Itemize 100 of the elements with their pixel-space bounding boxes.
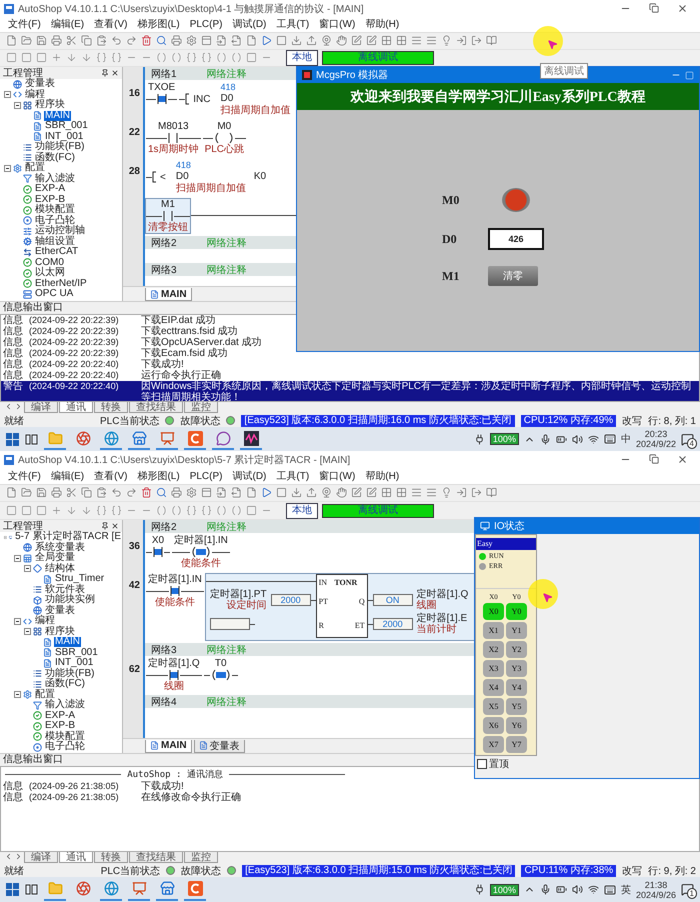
restore-icon[interactable] (649, 3, 659, 14)
menu-item[interactable]: 工具(T) (272, 17, 314, 32)
output-tab[interactable]: 转换 (94, 402, 128, 414)
grid-icon[interactable] (396, 35, 407, 46)
menu-item[interactable]: 调试(D) (228, 17, 270, 32)
microphone-icon[interactable] (540, 434, 551, 445)
io-point[interactable]: X7 (483, 736, 504, 753)
close-icon[interactable] (677, 454, 688, 466)
taskbar-app[interactable] (240, 428, 262, 450)
volume-icon[interactable] (572, 434, 583, 445)
tree-item[interactable]: 函数(FC) (34, 152, 76, 163)
output-tab[interactable]: 转换 (94, 852, 128, 864)
file-export-icon[interactable] (231, 487, 242, 498)
input-method-label[interactable]: 中 (620, 432, 631, 446)
stop-icon[interactable] (276, 35, 287, 46)
menu-item[interactable]: 窗口(W) (315, 17, 360, 32)
menu-item[interactable]: 文件(F) (4, 17, 45, 32)
io-point[interactable]: Y7 (506, 736, 527, 753)
tree-item[interactable]: Stru_Timer (54, 574, 106, 584)
maximize-icon[interactable] (685, 70, 694, 80)
upload-icon[interactable] (306, 487, 317, 498)
tree-item[interactable]: 结构体 (44, 564, 76, 574)
tree-item[interactable]: 电子凸轮 (44, 742, 86, 752)
printer-icon[interactable] (171, 487, 182, 498)
tree-item[interactable]: MAIN (44, 110, 71, 121)
output-tab[interactable]: 编译 (24, 852, 58, 864)
checkbox[interactable] (477, 759, 487, 769)
previous-icon[interactable] (4, 852, 13, 862)
pin-icon[interactable] (101, 522, 109, 530)
play-icon[interactable] (261, 35, 272, 46)
editor-tab[interactable]: 变量表 (194, 740, 245, 753)
output-tab[interactable]: 监控 (184, 402, 218, 414)
io-point[interactable]: X4 (483, 679, 504, 696)
microphone-icon[interactable] (540, 884, 551, 896)
folder-icon[interactable] (21, 35, 32, 46)
task-view-icon[interactable] (25, 432, 38, 446)
search-icon[interactable] (156, 487, 167, 498)
next-icon[interactable] (14, 402, 23, 412)
menu-item[interactable]: 编辑(E) (46, 17, 88, 32)
collapse-icon[interactable] (24, 628, 31, 636)
braces-icon[interactable] (201, 505, 212, 516)
undo-icon[interactable] (111, 35, 122, 46)
parentheses-icon[interactable] (216, 52, 227, 64)
tree-item[interactable]: EtherNet/IP (34, 278, 88, 289)
io-point[interactable]: Y6 (506, 717, 527, 734)
play-icon[interactable] (261, 487, 272, 498)
settings-icon[interactable] (186, 487, 197, 498)
plus-icon[interactable] (51, 52, 62, 64)
menu-item[interactable]: 梯形图(L) (133, 17, 184, 32)
close-icon[interactable] (677, 3, 688, 14)
menu-item[interactable]: PLC(P) (186, 18, 226, 30)
tree-item[interactable]: 模块配置 (34, 205, 76, 216)
tree-item[interactable]: 函数(FC) (44, 679, 86, 690)
tree-item[interactable]: EXP-B (34, 194, 66, 205)
parentheses-icon[interactable] (171, 52, 182, 64)
tree-item[interactable]: 全局变量 (34, 553, 76, 564)
braces-icon[interactable] (201, 52, 212, 64)
restore-icon[interactable] (649, 454, 659, 464)
redo-icon[interactable] (126, 35, 137, 46)
io-point[interactable]: X3 (483, 660, 504, 677)
ladder-cell[interactable]: INC 418 D0 扫描周期自加值 (178, 81, 296, 118)
output-tab[interactable]: 查找结果 (129, 852, 183, 864)
login-icon[interactable] (456, 35, 467, 46)
tree-item[interactable]: 电子凸轮 (34, 216, 76, 226)
tree-item[interactable]: 输入滤波 (34, 174, 76, 184)
ladder-cell[interactable]: T0 (202, 657, 239, 682)
editor-tab[interactable]: MAIN (145, 740, 192, 753)
cut-icon[interactable] (66, 35, 77, 46)
tree-item[interactable]: EXP-A (34, 184, 66, 194)
menu-item[interactable]: 帮助(H) (361, 17, 404, 32)
tree-item[interactable]: 变量表 (44, 606, 76, 616)
cut-icon[interactable] (66, 487, 77, 498)
square-icon[interactable] (21, 52, 32, 64)
menu-item[interactable]: 工具(T) (272, 469, 314, 484)
parentheses-icon[interactable] (156, 505, 167, 516)
menu-item[interactable]: 帮助(H) (361, 469, 404, 484)
io-point[interactable]: Y5 (506, 698, 527, 715)
collapse-icon[interactable] (14, 691, 21, 698)
battery-icon[interactable] (556, 884, 567, 896)
grid-icon[interactable] (396, 487, 407, 498)
undo-icon[interactable] (111, 487, 122, 498)
lines-icon[interactable] (411, 487, 422, 498)
pin-icon[interactable] (101, 69, 109, 78)
braces-icon[interactable] (186, 52, 197, 64)
log-row[interactable]: 信息 (2024-09-22 20:22:40) 下载成功! (1, 359, 184, 370)
collapse-icon[interactable] (4, 164, 11, 172)
tree-item[interactable]: MAIN (54, 637, 81, 648)
parentheses-icon[interactable] (231, 505, 242, 516)
arrow-down-icon[interactable] (81, 52, 92, 64)
tree-item[interactable]: INT_001 (54, 658, 94, 668)
square-icon[interactable] (6, 52, 17, 64)
tree-item[interactable]: SBR_001 (54, 648, 99, 658)
edit-icon[interactable] (366, 487, 377, 498)
tree-item[interactable]: 程序块 (44, 626, 76, 637)
file-icon[interactable] (246, 35, 257, 46)
io-point[interactable]: X6 (483, 717, 504, 734)
parentheses-icon[interactable] (216, 505, 227, 516)
braces-icon[interactable] (111, 52, 122, 64)
windows-logo-icon[interactable] (6, 883, 19, 896)
edit-icon[interactable] (351, 487, 362, 498)
